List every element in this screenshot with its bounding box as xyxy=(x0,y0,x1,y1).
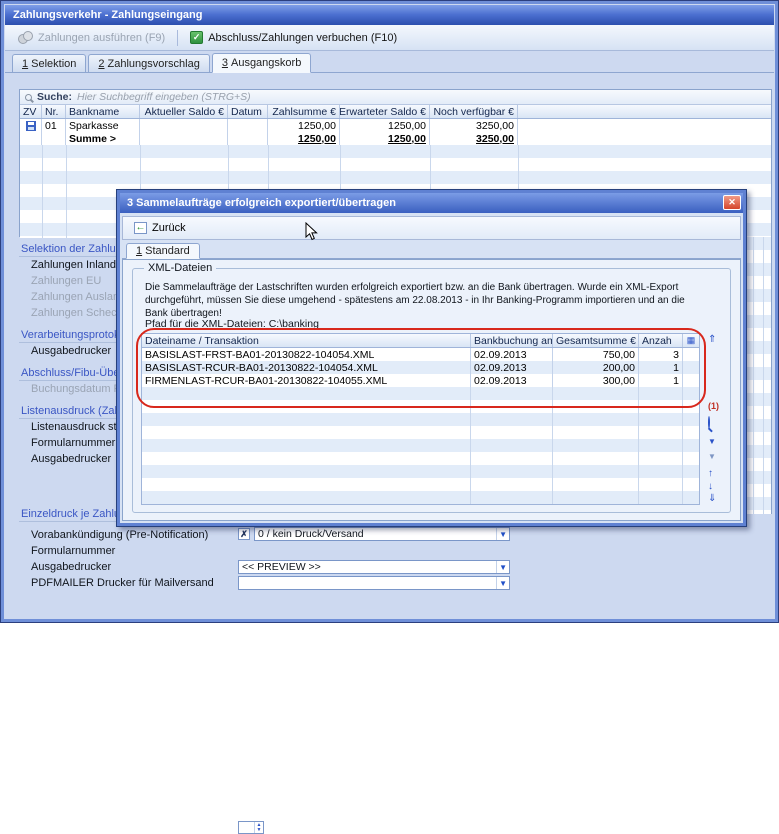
pdfmailer-dropdown[interactable]: ▼ xyxy=(238,576,510,590)
prenotification-checkbox[interactable]: ✗ xyxy=(238,528,250,540)
tab-selektion[interactable]: 1Selektion xyxy=(12,54,86,72)
dialog-tabstrip: 1Standard xyxy=(122,242,741,259)
column-header-aktueller-saldo[interactable]: Aktueller Saldo € xyxy=(140,105,228,118)
app-window: Zahlungsverkehr - Zahlungseingang Zahlun… xyxy=(0,0,779,623)
dialog-titlebar[interactable]: 3 Sammelaufträge erfolgreich exportiert/… xyxy=(120,193,743,213)
filter-counter-badge: (1) xyxy=(708,401,719,411)
ausgabedrucker-label: Ausgabedrucker xyxy=(31,561,111,573)
column-header-bankbuchung[interactable]: Bankbuchung am xyxy=(471,334,553,347)
nav-last-icon[interactable]: ⇓ xyxy=(708,494,716,504)
dialog-panel: XML-Dateien Die Sammelaufträge der Lasts… xyxy=(122,259,741,521)
xml-path-line: Pfad für die XML-Dateien: C:\banking xyxy=(145,318,319,330)
file-row[interactable]: BASISLAST-FRST-BA01-20130822-104054.XML … xyxy=(142,348,699,361)
empty-rows-area xyxy=(142,387,699,504)
pdfmailer-label: PDFMAILER Drucker für Mailversand xyxy=(31,577,214,589)
files-table: Dateiname / Transaktion Bankbuchung am G… xyxy=(141,333,700,505)
window-title: Zahlungsverkehr - Zahlungseingang xyxy=(13,9,202,21)
file-row[interactable]: BASISLAST-RCUR-BA01-20130822-104054.XML … xyxy=(142,361,699,374)
search-label: Suche: xyxy=(37,91,72,103)
main-toolbar: Zahlungen ausführen (F9) ✓ Abschluss/Zah… xyxy=(5,25,774,51)
chevron-down-icon[interactable]: ▼ xyxy=(496,577,509,589)
tab-standard[interactable]: 1Standard xyxy=(126,243,200,259)
file-row[interactable]: FIRMENLAST-RCUR-BA01-20130822-104055.XML… xyxy=(142,374,699,387)
prenotification-label: Vorabankündigung (Pre-Notification) xyxy=(31,529,208,541)
table-nav-strip: ⇑ (1) ▼ ▼ ↑ ↓ ⇓ xyxy=(705,333,723,505)
coins-icon xyxy=(18,31,33,44)
back-label: Zurück xyxy=(152,222,186,234)
chevron-down-icon[interactable]: ▼ xyxy=(496,528,509,540)
main-tabstrip: 1Selektion 2Zahlungsvorschlag 3Ausgangsk… xyxy=(5,51,774,73)
table-sum-row: Summe > 1250,00 1250,00 3250,00 xyxy=(20,132,771,145)
search-icon[interactable] xyxy=(708,418,710,428)
table-row[interactable]: 01 Sparkasse 1250,00 1250,00 3250,00 xyxy=(20,119,771,132)
dialog-toolbar: ← Zurück xyxy=(122,216,741,240)
xml-files-groupbox: XML-Dateien Die Sammelaufträge der Lasts… xyxy=(132,268,731,513)
column-header-dateiname[interactable]: Dateiname / Transaktion xyxy=(142,334,471,347)
files-table-header: Dateiname / Transaktion Bankbuchung am G… xyxy=(142,334,699,348)
table-search-row: Suche: Hier Suchbegriff eingeben (STRG+S… xyxy=(20,90,771,105)
bank-table-header: ZV Nr. Bankname Aktueller Saldo € Datum … xyxy=(20,105,771,119)
back-button[interactable]: ← Zurück xyxy=(127,221,193,235)
search-input[interactable]: Hier Suchbegriff eingeben (STRG+S) xyxy=(77,91,251,103)
nav-first-icon[interactable]: ⇑ xyxy=(708,335,716,345)
column-header-zahlsumme[interactable]: Zahlsumme € xyxy=(268,105,340,118)
tab-ausgangskorb[interactable]: 3Ausgangskorb xyxy=(212,53,311,73)
execute-payments-label: Zahlungen ausführen (F9) xyxy=(38,32,165,44)
ausgabedrucker-dropdown[interactable]: << PREVIEW >> ▼ xyxy=(238,560,510,574)
column-header-anzahl[interactable]: Anzah xyxy=(639,334,683,347)
filter-icon[interactable]: ▼ xyxy=(708,437,716,447)
filter-clear-icon[interactable]: ▼ xyxy=(708,452,716,462)
groupbox-label: XML-Dateien xyxy=(144,262,216,274)
nav-next-icon[interactable]: ↓ xyxy=(708,482,713,492)
column-header-nr[interactable]: Nr. xyxy=(42,105,66,118)
column-header-datum[interactable]: Datum xyxy=(228,105,268,118)
post-payments-label: Abschluss/Zahlungen verbuchen (F10) xyxy=(208,32,397,44)
search-icon xyxy=(25,94,32,101)
execute-payments-button[interactable]: Zahlungen ausführen (F9) xyxy=(11,29,172,46)
column-header-noch-verfuegbar[interactable]: Noch verfügbar € xyxy=(430,105,518,118)
spinner-arrows-icon[interactable]: ▲ ▼ xyxy=(254,822,263,833)
column-header-zv[interactable]: ZV xyxy=(20,105,42,118)
prenotification-dropdown[interactable]: 0 / kein Druck/Versand ▼ xyxy=(254,527,510,541)
export-message: Die Sammelaufträge der Lastschriften wur… xyxy=(145,281,694,320)
disk-icon xyxy=(26,121,36,131)
post-payments-button[interactable]: ✓ Abschluss/Zahlungen verbuchen (F10) xyxy=(183,29,404,46)
column-header-erwarteter-saldo[interactable]: Erwarteter Saldo € xyxy=(340,105,430,118)
dialog-title: 3 Sammelaufträge erfolgreich exportiert/… xyxy=(127,197,396,209)
window-titlebar[interactable]: Zahlungsverkehr - Zahlungseingang xyxy=(5,5,774,25)
post-check-icon: ✓ xyxy=(190,31,203,44)
tab-zahlungsvorschlag[interactable]: 2Zahlungsvorschlag xyxy=(88,54,209,72)
formularnummer-label: Formularnummer xyxy=(31,545,115,557)
column-chooser-icon[interactable]: ▦ xyxy=(683,334,699,347)
column-header-gesamtsumme[interactable]: Gesamtsumme € xyxy=(553,334,639,347)
export-dialog: 3 Sammelaufträge erfolgreich exportiert/… xyxy=(116,189,747,527)
back-icon: ← xyxy=(134,222,147,234)
nav-prev-icon[interactable]: ↑ xyxy=(708,469,713,479)
close-icon: ✕ xyxy=(728,197,736,208)
toolbar-separator xyxy=(177,30,178,46)
formularnummer-spinner[interactable]: ▲ ▼ xyxy=(238,821,264,834)
column-header-bankname[interactable]: Bankname xyxy=(66,105,140,118)
column-header-filler xyxy=(518,105,771,118)
chevron-down-icon[interactable]: ▼ xyxy=(496,561,509,573)
check-mark-icon: ✗ xyxy=(240,529,248,540)
close-button[interactable]: ✕ xyxy=(723,195,741,210)
